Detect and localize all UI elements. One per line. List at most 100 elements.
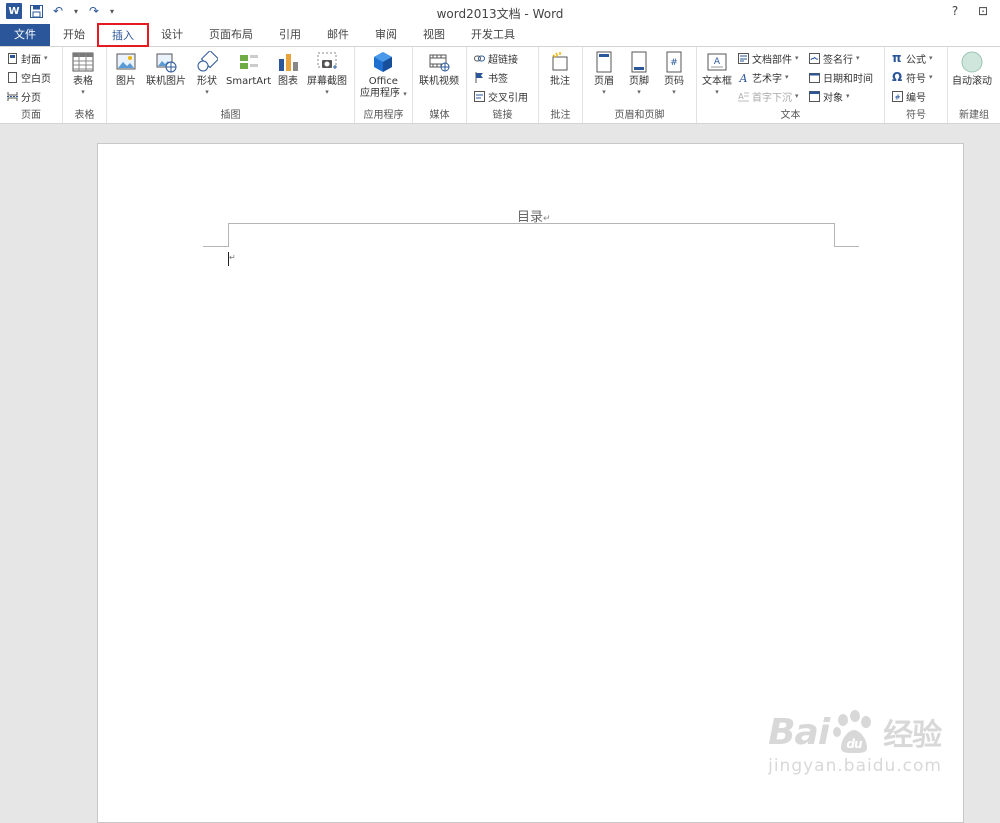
svg-text:du: du	[847, 737, 864, 751]
office-apps-button[interactable]: Office 应用程序 ▾	[360, 51, 407, 100]
tab-review[interactable]: 审阅	[362, 24, 410, 46]
group-text-label: 文本	[780, 110, 801, 121]
paragraph-mark: ↵	[543, 214, 551, 224]
tab-file[interactable]: 文件	[0, 24, 50, 46]
blank-page-icon	[8, 71, 17, 83]
tab-developer[interactable]: 开发工具	[458, 24, 528, 46]
crop-mark-left	[203, 246, 228, 247]
group-new: 自动滚动 新建组	[948, 47, 1000, 123]
svg-text:A: A	[714, 57, 721, 67]
ribbon-insert: 封面 ▾ 空白页 分页 页面 表格 ▾ 表格 图片 联机图片 形状 ▾ Smar…	[0, 46, 1000, 124]
signature-line-button[interactable]: 签名行 ▾	[809, 50, 860, 66]
group-apps: Office 应用程序 ▾ 应用程序	[355, 47, 413, 123]
group-media: 联机视频 媒体	[413, 47, 467, 123]
symbol-button[interactable]: Ω 符号 ▾	[892, 69, 933, 85]
screenshot-button[interactable]: 屏幕截图 ▾	[307, 51, 347, 96]
chart-button[interactable]: 图表	[277, 51, 299, 88]
shapes-button[interactable]: 形状 ▾	[196, 51, 218, 96]
toc-heading[interactable]: 目录↵	[517, 206, 551, 225]
group-header-footer: 页眉 ▾ 页脚 ▾ # 页码 ▾ 页眉和页脚	[583, 47, 697, 123]
equation-button[interactable]: π 公式 ▾	[892, 50, 933, 66]
group-pages: 封面 ▾ 空白页 分页 页面	[0, 47, 63, 123]
textbox-icon: A	[707, 53, 727, 71]
tab-view[interactable]: 视图	[410, 24, 458, 46]
calendar-icon	[809, 72, 820, 83]
group-illustrations: 图片 联机图片 形状 ▾ SmartArt 图表 屏幕截图 ▾ 插图	[107, 47, 355, 123]
tab-page-layout[interactable]: 页面布局	[196, 24, 266, 46]
baidu-jingyan-watermark: Bai du 经验 jingyan.baidu.com	[768, 710, 942, 776]
drop-cap-icon: A	[738, 92, 749, 101]
group-links: 超链接 书签 交叉引用 链接	[467, 47, 539, 123]
smartart-button[interactable]: SmartArt	[226, 51, 271, 88]
page-number-button[interactable]: # 页码 ▾	[663, 51, 685, 96]
group-new-label: 新建组	[959, 110, 989, 121]
auto-scroll-button[interactable]: 自动滚动	[952, 51, 992, 88]
pi-icon: π	[892, 50, 902, 65]
group-comments-label: 批注	[550, 110, 571, 121]
window-controls: ? ⊡	[948, 4, 990, 18]
header-button[interactable]: 页眉 ▾	[593, 51, 615, 96]
date-time-button[interactable]: 日期和时间	[809, 69, 873, 85]
tab-design[interactable]: 设计	[148, 24, 196, 46]
comment-icon	[552, 52, 568, 71]
group-links-label: 链接	[492, 110, 513, 121]
group-apps-label: 应用程序	[363, 110, 404, 121]
office-store-icon	[374, 52, 393, 72]
ribbon-display-icon[interactable]: ⊡	[976, 4, 990, 18]
signature-line-icon	[809, 52, 820, 64]
quick-parts-icon	[738, 52, 749, 64]
page-number-icon: #	[666, 51, 682, 73]
baidu-paw-icon: du	[833, 710, 872, 753]
online-video-button[interactable]: 联机视频	[419, 51, 459, 88]
header-corner-right	[834, 223, 835, 247]
tab-insert[interactable]: 插入	[97, 23, 149, 47]
group-illustrations-label: 插图	[220, 110, 241, 121]
online-picture-icon	[156, 53, 177, 73]
textbox-button[interactable]: A 文本框 ▾	[702, 51, 732, 96]
cross-reference-button[interactable]: 交叉引用	[474, 88, 528, 104]
crop-mark-right	[834, 246, 859, 247]
bookmark-icon	[475, 71, 483, 83]
svg-text:A: A	[739, 72, 748, 83]
group-header-footer-label: 页眉和页脚	[614, 110, 665, 121]
title-bar: W ↶ ▾ ↷ ▾ word2013文档 - Word ? ⊡	[0, 0, 1000, 24]
quick-parts-button[interactable]: 文档部件 ▾	[738, 50, 799, 66]
wordart-button[interactable]: A 艺术字 ▾	[738, 69, 789, 85]
window-title: word2013文档 - Word	[436, 7, 564, 21]
group-symbols-label: 符号	[906, 110, 926, 121]
cross-reference-icon	[474, 90, 485, 102]
online-video-icon	[429, 54, 450, 72]
page-break-icon	[7, 91, 18, 101]
group-comments: 批注 批注	[539, 47, 583, 123]
online-picture-button[interactable]: 联机图片	[146, 51, 186, 88]
object-button[interactable]: 对象 ▾	[809, 88, 850, 104]
blank-page-button[interactable]: 空白页	[7, 69, 51, 85]
number-button[interactable]: # 编号	[892, 88, 926, 104]
group-pages-label: 页面	[21, 110, 41, 121]
table-button[interactable]: 表格 ▾	[72, 51, 94, 96]
document-area[interactable]: 目录↵ ↵ Bai du 经验 jingyan.baidu.com	[0, 124, 1000, 823]
bookmark-button[interactable]: 书签	[474, 69, 508, 85]
screenshot-icon	[317, 52, 337, 69]
drop-cap-button[interactable]: A 首字下沉 ▾	[738, 88, 799, 104]
svg-text:#: #	[670, 58, 678, 68]
page-break-button[interactable]: 分页	[7, 88, 41, 104]
header-corner-left	[228, 223, 229, 247]
picture-button[interactable]: 图片	[115, 51, 137, 88]
hyperlink-button[interactable]: 超链接	[474, 50, 518, 66]
tab-mailings[interactable]: 邮件	[314, 24, 362, 46]
svg-text:#: #	[895, 93, 901, 101]
tab-home[interactable]: 开始	[50, 24, 98, 46]
chart-icon	[279, 54, 298, 71]
cover-page-button[interactable]: 封面 ▾	[7, 50, 48, 66]
smartart-icon	[239, 55, 258, 69]
footer-button[interactable]: 页脚 ▾	[628, 51, 650, 96]
group-tables: 表格 ▾ 表格	[63, 47, 107, 123]
tab-references[interactable]: 引用	[266, 24, 314, 46]
number-icon: #	[892, 90, 903, 102]
help-icon[interactable]: ?	[948, 4, 962, 18]
new-comment-button[interactable]: 批注	[549, 51, 571, 88]
group-tables-label: 表格	[74, 110, 95, 121]
shapes-icon	[197, 51, 218, 72]
paragraph-mark: ↵	[229, 253, 236, 262]
